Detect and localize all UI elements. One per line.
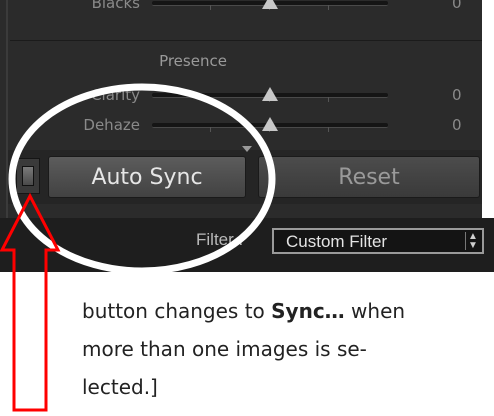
caption-line-1: button changes to Sync… when — [82, 292, 492, 330]
select-spinner-icon: ▲ ▼ — [465, 232, 480, 251]
section-divider — [10, 40, 482, 41]
filter-select-value: Custom Filter — [286, 232, 388, 251]
slider-tick — [328, 97, 329, 102]
toggle-lamp-icon — [22, 166, 34, 186]
sync-toggle-switch[interactable] — [16, 158, 40, 194]
annotation-caption: button changes to Sync… when more than o… — [82, 292, 492, 406]
slider-value[interactable]: 0 — [452, 116, 462, 134]
slider-thumb[interactable] — [262, 87, 278, 101]
section-title-presence[interactable]: Presence — [108, 52, 278, 70]
slider-thumb[interactable] — [262, 117, 278, 131]
slider-label: Dehaze — [83, 116, 140, 134]
slider-value[interactable]: 0 — [452, 0, 462, 12]
slider-tick — [210, 5, 211, 10]
slider-blacks: Blacks 0 — [0, 0, 480, 14]
slider-tick — [328, 127, 329, 132]
slider-label: Blacks — [91, 0, 140, 12]
filter-select[interactable]: Custom Filter ▲ ▼ — [272, 228, 484, 254]
auto-sync-button[interactable]: Auto Sync — [48, 156, 246, 198]
caption-text: when — [344, 299, 406, 323]
slider-tick — [328, 5, 329, 10]
slider-tick — [210, 127, 211, 132]
reset-button[interactable]: Reset — [258, 156, 480, 198]
caption-line-2: more than one images is se- — [82, 337, 367, 361]
slider-clarity: Clarity 0 — [0, 84, 480, 106]
slider-label: Clarity — [91, 86, 140, 104]
filter-label: Filter : — [196, 230, 244, 249]
slider-value[interactable]: 0 — [452, 86, 462, 104]
caption-bold-sync: Sync… — [271, 299, 345, 323]
caption-line-3: lected.] — [82, 375, 158, 399]
panel-collapse-icon[interactable] — [242, 146, 252, 152]
slider-tick — [210, 97, 211, 102]
caption-text: button changes to — [82, 299, 272, 323]
slider-thumb[interactable] — [262, 0, 278, 9]
slider-dehaze: Dehaze 0 — [0, 114, 480, 136]
